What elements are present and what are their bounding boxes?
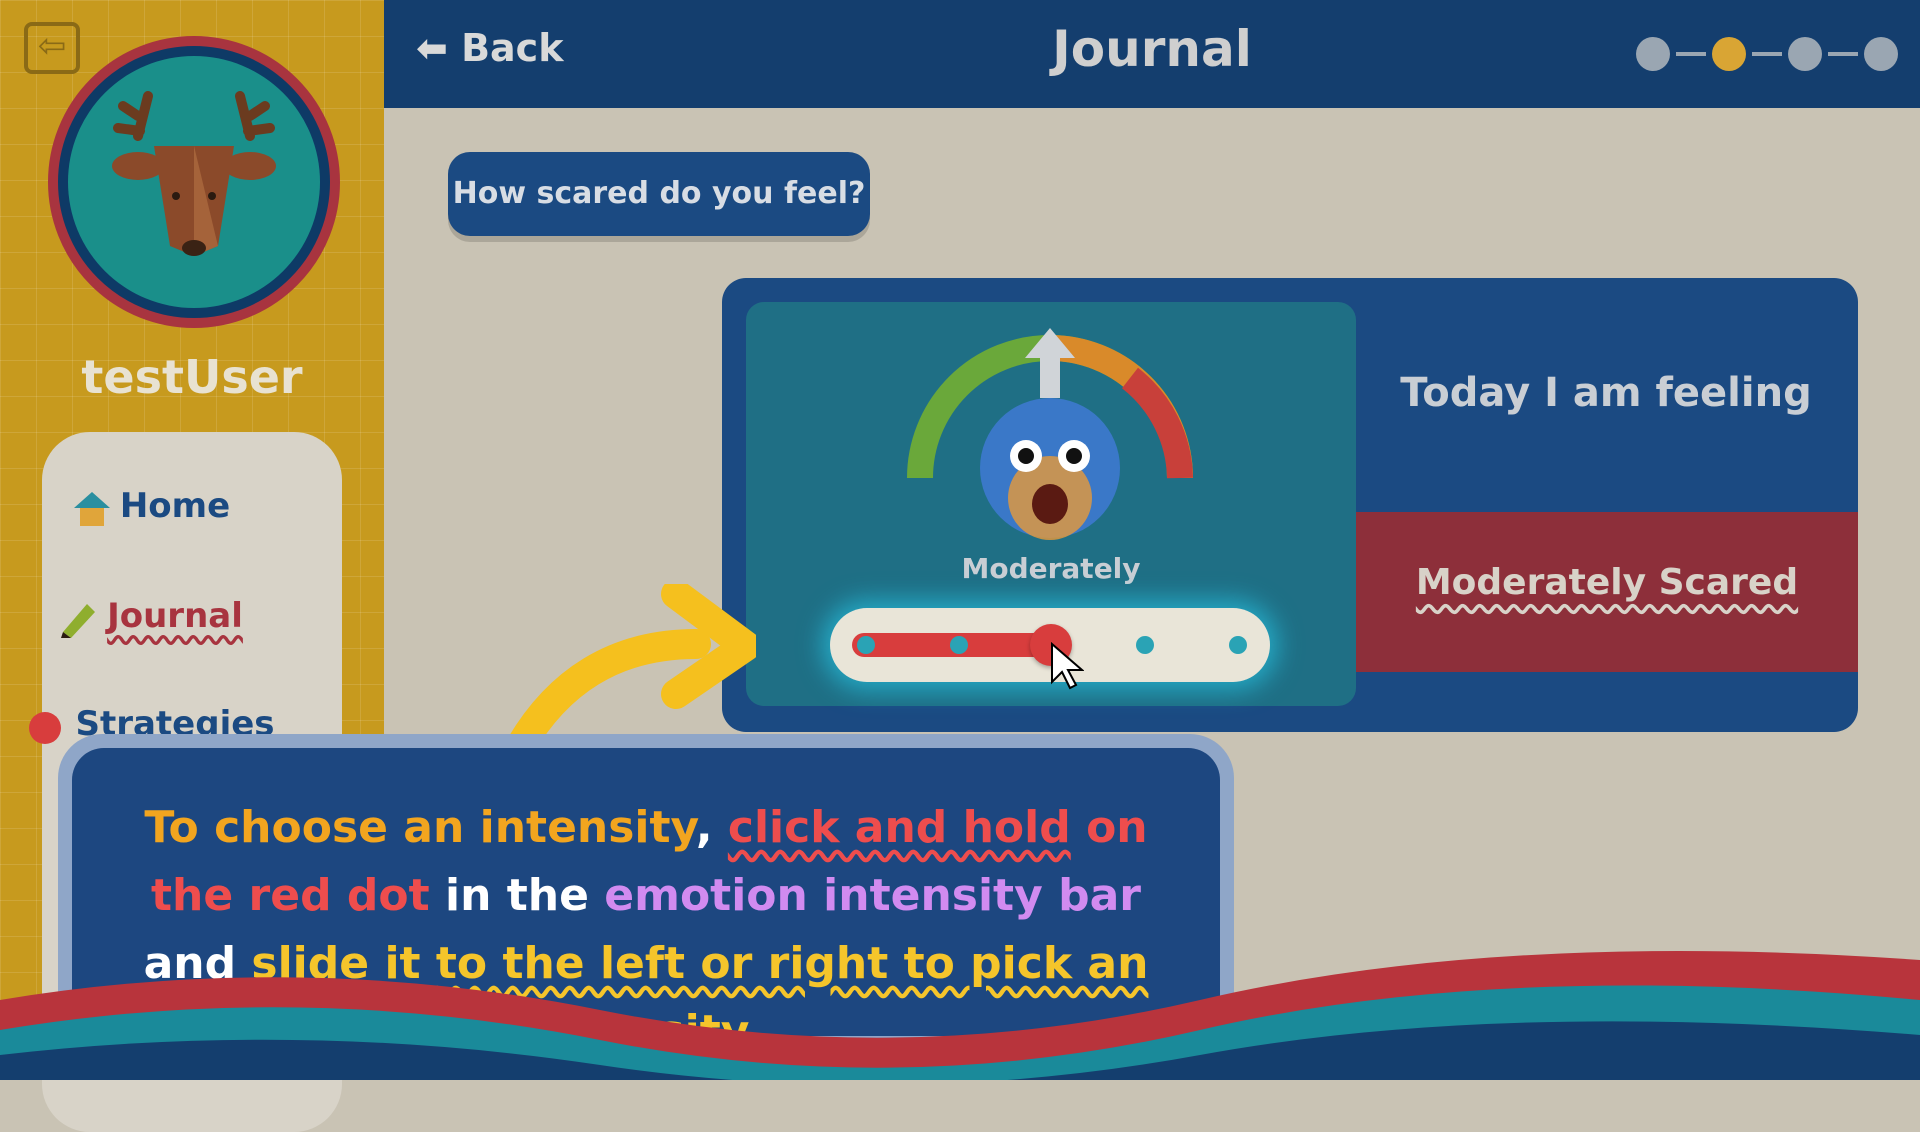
tutorial-segment: red dot <box>248 870 430 921</box>
avatar <box>48 36 340 328</box>
tutorial-segment: To choose an intensity <box>144 802 696 853</box>
question-bubble: How scared do you feel? <box>448 152 870 236</box>
mouse-cursor-icon <box>1051 642 1084 690</box>
username: testUser <box>81 350 303 404</box>
sidebar-item-label: Journal <box>107 596 243 636</box>
meter-step-icon <box>1712 37 1746 71</box>
feeling-title-text: Today I am feeling <box>1400 370 1812 416</box>
slider-tick[interactable] <box>1229 636 1247 654</box>
checklist-step-icon <box>1864 37 1898 71</box>
house-icon <box>73 491 110 526</box>
header: ⬅ Back Journal <box>384 0 1920 108</box>
feeling-title: Today I am feeling <box>1356 364 1856 422</box>
deer-icon <box>112 91 276 256</box>
tutorial-segment: , <box>695 802 713 853</box>
strategies-icon <box>29 711 62 744</box>
slider-tick[interactable] <box>950 636 968 654</box>
hint-arrow-icon <box>501 584 756 754</box>
pencil-icon <box>61 603 96 638</box>
intensity-label: Moderately <box>961 552 1141 585</box>
gauge-icon <box>907 328 1193 540</box>
tutorial-segment: emotion intensity bar <box>604 870 1141 921</box>
progress-steps <box>1636 34 1898 74</box>
sidebar-item-journal[interactable]: Journal <box>0 596 300 638</box>
slider-tick[interactable] <box>1136 636 1154 654</box>
pencil-step-icon <box>1788 37 1822 71</box>
slider-tick[interactable] <box>857 636 875 654</box>
wave-decoration <box>0 951 1920 1080</box>
sidebar-item-home[interactable]: Home <box>0 486 300 528</box>
feeling-value: Moderately Scared <box>1415 562 1799 603</box>
tutorial-segment: in the <box>445 870 589 921</box>
tutorial-segment: click and hold <box>727 802 1071 853</box>
sidebar-item-label: Home <box>119 486 231 526</box>
face-step-icon <box>1636 37 1670 71</box>
